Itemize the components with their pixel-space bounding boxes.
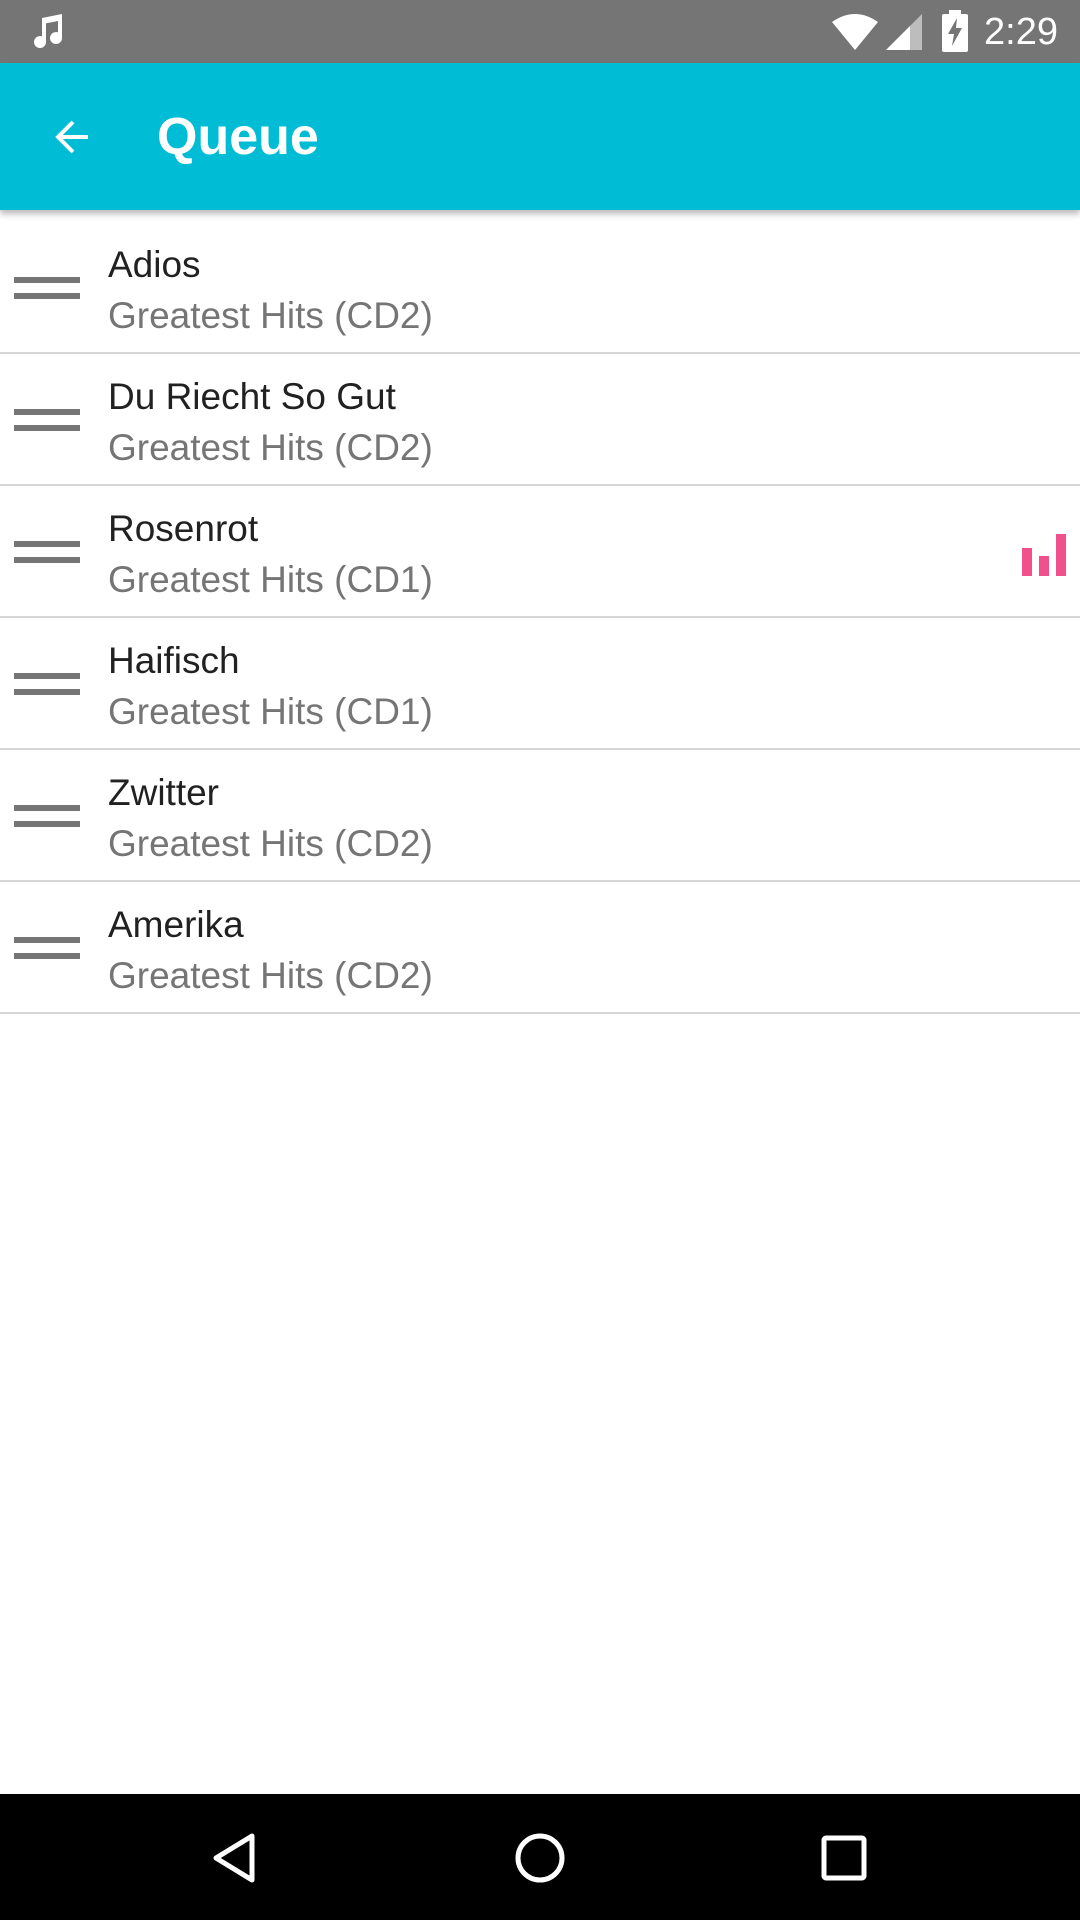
track-title: Du Riecht So Gut [108,376,396,417]
now-playing-equalizer-icon [1022,534,1066,576]
track-title: Rosenrot [108,508,259,549]
track-album: Greatest Hits (CD2) [108,427,433,468]
track-title: Amerika [108,904,244,945]
app-bar: Queue [0,63,1080,210]
status-clock: 2:29 [984,11,1058,53]
navigation-bar [0,1794,1080,1920]
queue-list: Adios Greatest Hits (CD2) Du Riecht So G… [0,222,1080,1014]
drag-handle-icon[interactable] [14,652,80,716]
arrow-back-icon [55,120,88,154]
drag-handle-icon[interactable] [14,256,80,320]
queue-item[interactable]: Du Riecht So Gut Greatest Hits (CD2) [0,354,1080,486]
nav-recents-button[interactable] [802,1816,886,1900]
drag-handle-icon[interactable] [14,388,80,452]
music-note-icon [34,14,63,49]
nav-back-icon [213,1833,255,1883]
queue-item[interactable]: Zwitter Greatest Hits (CD2) [0,750,1080,882]
track-title: Haifisch [108,640,240,681]
queue-item[interactable]: Haifisch Greatest Hits (CD1) [0,618,1080,750]
drag-handle-icon[interactable] [14,916,80,980]
nav-recents-icon [821,1835,867,1881]
track-title: Adios [108,244,201,285]
track-title: Zwitter [108,772,219,813]
wifi-icon [832,14,878,50]
drag-handle-icon[interactable] [14,784,80,848]
nav-home-button[interactable] [498,1816,582,1900]
nav-home-icon [515,1833,565,1883]
track-album: Greatest Hits (CD2) [108,955,433,996]
drag-handle-icon[interactable] [14,520,80,584]
back-button[interactable] [30,95,114,179]
battery-charging-icon [942,10,968,52]
queue-item[interactable]: Amerika Greatest Hits (CD2) [0,882,1080,1014]
track-album: Greatest Hits (CD2) [108,295,433,336]
page-title: Queue [157,108,319,166]
queue-item[interactable]: Adios Greatest Hits (CD2) [0,222,1080,354]
queue-item-now-playing[interactable]: Rosenrot Greatest Hits (CD1) [0,486,1080,618]
status-bar: 2:29 [0,0,1080,63]
nav-back-button[interactable] [194,1816,278,1900]
track-album: Greatest Hits (CD1) [108,559,433,600]
track-album: Greatest Hits (CD2) [108,823,433,864]
cell-signal-icon [886,14,922,50]
track-album: Greatest Hits (CD1) [108,691,433,732]
